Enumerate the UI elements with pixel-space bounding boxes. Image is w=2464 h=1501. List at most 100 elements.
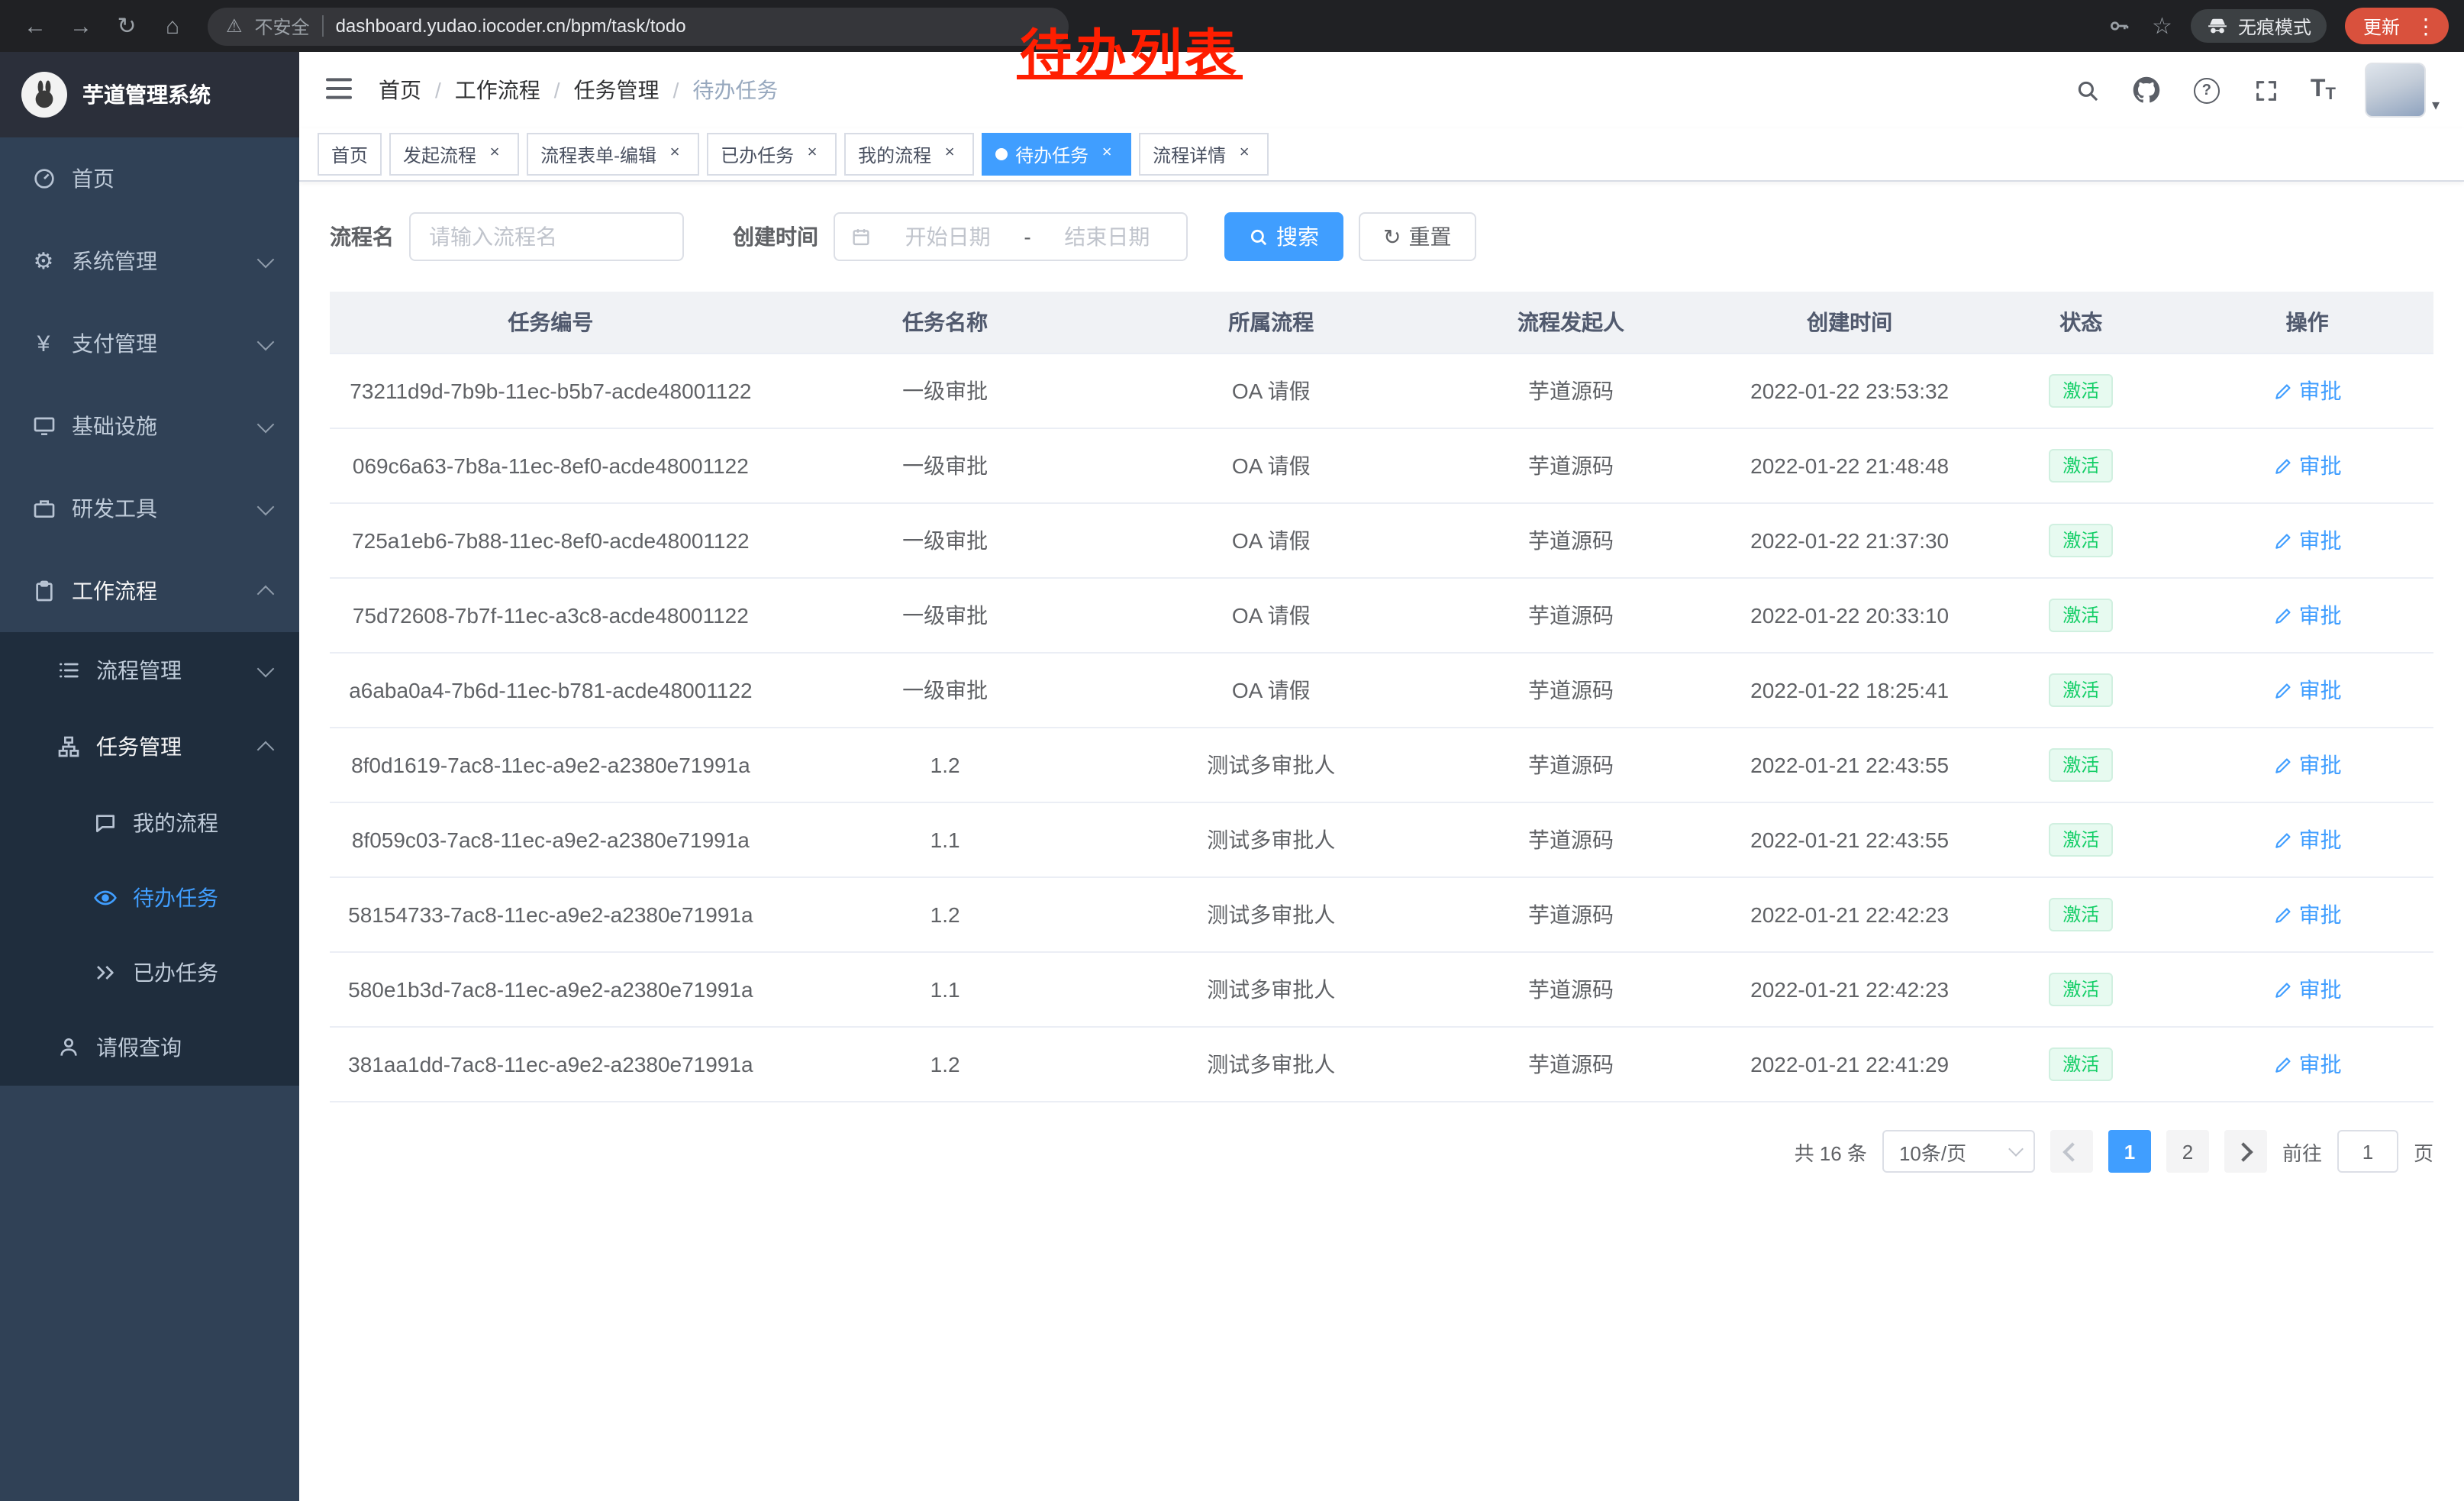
close-icon[interactable]: × [1096, 144, 1118, 165]
tab-process-detail[interactable]: 流程详情 × [1139, 133, 1269, 176]
tab-todo-tasks[interactable]: 待办任务 × [982, 133, 1131, 176]
eye-icon [92, 884, 118, 910]
sidebar-collapse-icon[interactable] [324, 73, 357, 107]
col-create-time: 创建时间 [1718, 292, 1982, 353]
tab-label: 流程详情 [1153, 141, 1226, 167]
process-cell: OA 请假 [1118, 578, 1424, 653]
avatar [2365, 63, 2426, 118]
sidebar-item-system[interactable]: ⚙ 系统管理 [0, 220, 299, 302]
process-cell: 测试多审批人 [1118, 1027, 1424, 1102]
flow-tree-icon [55, 734, 81, 760]
tab-form-edit[interactable]: 流程表单-编辑 × [527, 133, 699, 176]
font-t-small: T [2325, 86, 2335, 104]
browser-back-icon[interactable]: ← [15, 6, 55, 46]
next-page-button[interactable] [2224, 1130, 2267, 1173]
close-icon[interactable]: × [801, 144, 823, 165]
approve-link[interactable]: 审批 [2273, 450, 2342, 481]
warning-icon: ⚠ [226, 15, 243, 37]
start-date-placeholder: 开始日期 [884, 221, 1011, 252]
close-icon[interactable]: × [664, 144, 685, 165]
prev-page-button[interactable] [2050, 1130, 2093, 1173]
chevron-down-icon [257, 415, 275, 433]
status-cell: 激活 [1981, 728, 2181, 802]
breadcrumb-home[interactable]: 首页 [379, 75, 421, 105]
create-time-cell: 2022-01-21 22:42:23 [1718, 877, 1982, 952]
browser-reload-icon[interactable]: ↻ [107, 6, 147, 46]
page-size-select[interactable]: 10条/页 [1882, 1130, 2035, 1173]
chevron-down-icon [257, 250, 275, 268]
status-badge: 激活 [2049, 823, 2113, 857]
sidebar-item-workflow[interactable]: 工作流程 [0, 550, 299, 632]
browser-forward-icon[interactable]: → [61, 6, 101, 46]
browser-home-icon[interactable]: ⌂ [153, 6, 192, 46]
date-range-picker[interactable]: 开始日期 - 结束日期 [834, 212, 1188, 261]
approve-link[interactable]: 审批 [2273, 899, 2342, 930]
table-row: 75d72608-7b7f-11ec-a3c8-acde48001122 一级审… [330, 578, 2433, 653]
breadcrumb-task-mgmt[interactable]: 任务管理 [574, 75, 660, 105]
goto-page-input[interactable] [2337, 1130, 2398, 1173]
app-logo-row[interactable]: 芋道管理系统 [0, 52, 299, 137]
sidebar-item-done-tasks[interactable]: 已办任务 [0, 934, 299, 1009]
tab-start-process[interactable]: 发起流程 × [389, 133, 519, 176]
task-id-cell: 8f059c03-7ac8-11ec-a9e2-a2380e71991a [330, 802, 772, 877]
tab-home[interactable]: 首页 [318, 133, 382, 176]
sidebar-item-todo-tasks[interactable]: 待办任务 [0, 860, 299, 934]
password-key-icon[interactable] [2103, 11, 2133, 41]
approve-link[interactable]: 审批 [2273, 750, 2342, 780]
page-1-button[interactable]: 1 [2108, 1130, 2151, 1173]
approve-link[interactable]: 审批 [2273, 825, 2342, 855]
sidebar-item-task-mgmt[interactable]: 任务管理 [0, 709, 299, 785]
create-time-cell: 2022-01-22 18:25:41 [1718, 653, 1982, 728]
browser-toolbar: ← → ↻ ⌂ ⚠ 不安全 dashboard.yudao.iocoder.cn… [0, 0, 2464, 52]
search-button[interactable]: 搜索 [1224, 212, 1343, 261]
approve-link[interactable]: 审批 [2273, 1049, 2342, 1080]
close-icon[interactable]: × [484, 144, 505, 165]
breadcrumb-separator: / [554, 78, 560, 102]
update-button[interactable]: 更新 ⋮ [2345, 8, 2449, 44]
close-icon[interactable]: × [1234, 144, 1255, 165]
sidebar-item-infrastructure[interactable]: 基础设施 [0, 385, 299, 467]
sidebar-item-leave-query[interactable]: 请假查询 [0, 1009, 299, 1086]
sidebar-item-payment[interactable]: ¥ 支付管理 [0, 302, 299, 385]
sidebar-item-home[interactable]: 首页 [0, 137, 299, 220]
task-name-cell: 一级审批 [772, 578, 1119, 653]
user-icon [55, 1035, 81, 1060]
help-icon[interactable]: ? [2191, 75, 2222, 105]
search-icon[interactable] [2072, 75, 2103, 105]
sidebar-item-process-mgmt[interactable]: 流程管理 [0, 632, 299, 709]
close-icon[interactable]: × [939, 144, 960, 165]
github-icon[interactable] [2132, 75, 2162, 105]
process-name-input[interactable] [409, 212, 684, 261]
reset-button[interactable]: ↻ 重置 [1359, 212, 1475, 261]
font-size-icon[interactable]: TT [2311, 76, 2336, 104]
sidebar-item-label: 工作流程 [72, 576, 157, 606]
tab-done-tasks[interactable]: 已办任务 × [707, 133, 837, 176]
sidebar-item-my-process[interactable]: 我的流程 [0, 785, 299, 860]
task-id-cell: 75d72608-7b7f-11ec-a3c8-acde48001122 [330, 578, 772, 653]
breadcrumb-workflow[interactable]: 工作流程 [455, 75, 540, 105]
approve-link[interactable]: 审批 [2273, 376, 2342, 406]
task-name-cell: 一级审批 [772, 428, 1119, 503]
browser-menu-icon[interactable]: ⋮ [2409, 13, 2443, 39]
workflow-submenu: 流程管理 任务管理 我的流程 [0, 632, 299, 1086]
approve-link[interactable]: 审批 [2273, 675, 2342, 705]
approve-link[interactable]: 审批 [2273, 525, 2342, 556]
bookmark-star-icon[interactable]: ☆ [2152, 12, 2172, 40]
status-badge: 激活 [2049, 673, 2113, 707]
address-bar[interactable]: ⚠ 不安全 dashboard.yudao.iocoder.cn/bpm/tas… [208, 7, 1069, 45]
create-time-cell: 2022-01-22 21:37:30 [1718, 503, 1982, 578]
user-avatar-menu[interactable]: ▾ [2365, 63, 2440, 118]
sidebar-item-devtools[interactable]: 研发工具 [0, 467, 299, 550]
tab-my-process[interactable]: 我的流程 × [844, 133, 974, 176]
approve-label: 审批 [2299, 376, 2342, 406]
active-dot [995, 148, 1008, 160]
approve-link[interactable]: 审批 [2273, 974, 2342, 1005]
fullscreen-icon[interactable] [2251, 75, 2282, 105]
approve-link[interactable]: 审批 [2273, 600, 2342, 631]
initiator-cell: 芋道源码 [1424, 952, 1718, 1027]
table-row: a6aba0a4-7b6d-11ec-b781-acde48001122 一级审… [330, 653, 2433, 728]
table-row: 73211d9d-7b9b-11ec-b5b7-acde48001122 一级审… [330, 353, 2433, 428]
initiator-cell: 芋道源码 [1424, 428, 1718, 503]
status-badge: 激活 [2049, 599, 2113, 632]
page-2-button[interactable]: 2 [2166, 1130, 2209, 1173]
